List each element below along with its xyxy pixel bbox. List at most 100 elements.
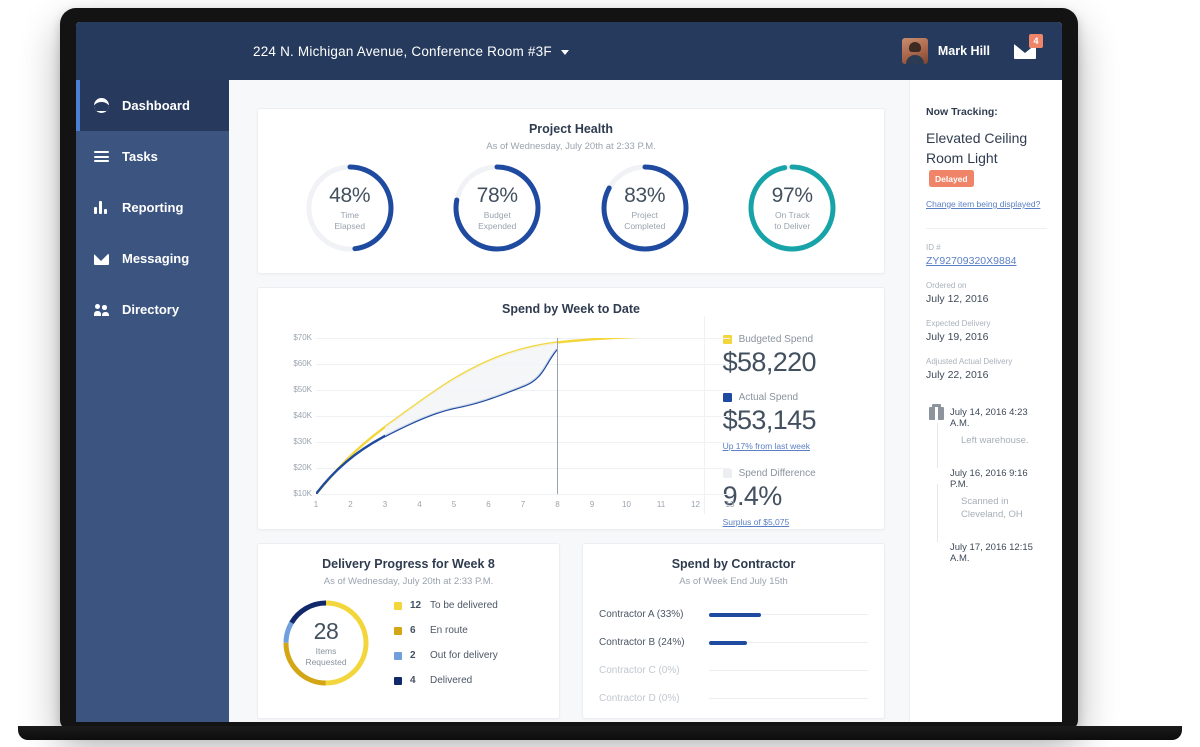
segment-count: 4 [410, 675, 416, 686]
delivery-center-number: 28 [313, 617, 339, 644]
delivery-title: Delivery Progress for Week 8 [322, 557, 495, 571]
delivery-progress-card: Delivery Progress for Week 8 As of Wedne… [257, 543, 560, 719]
project-health-card: Project Health As of Wednesday, July 20t… [257, 108, 885, 274]
meta-value: July 12, 2016 [926, 292, 989, 305]
chevron-down-icon[interactable] [560, 49, 569, 55]
status-badge: Delayed [929, 170, 974, 188]
x-tick: 6 [486, 500, 491, 509]
contractor-track [709, 670, 868, 671]
meta-expected-delivery: Expected Delivery July 19, 2016 [926, 319, 1047, 343]
timeline-rail [937, 422, 938, 468]
contractor-name: Contractor B (24%) [599, 637, 685, 648]
meta-label: Adjusted Actual Delivery [926, 356, 1013, 366]
contractor-name: Contractor D (0%) [599, 693, 680, 704]
sidebar-item-tasks[interactable]: Tasks [76, 131, 229, 182]
timeline-description: Scanned in Cleveland, OH [961, 495, 1023, 521]
location-selector[interactable]: 224 N. Michigan Avenue, Conference Room … [253, 22, 569, 80]
project-health-title: Project Health [528, 122, 614, 136]
legend-item: 2 Out for delivery [394, 650, 498, 661]
user-menu[interactable]: Mark Hill [901, 22, 990, 80]
tasks-icon [94, 149, 109, 164]
x-tick: 7 [520, 500, 526, 509]
meta-value-id-link[interactable]: ZY92709320X9884 [926, 255, 1047, 267]
contractor-track [709, 640, 868, 645]
metric-label: Time Elapsed [334, 209, 366, 231]
avatar [901, 38, 928, 64]
contractor-name: Contractor C (0%) [599, 665, 680, 676]
current-week-marker [557, 338, 558, 494]
timeline-date: July 17, 2016 12:15 A.M. [950, 542, 1033, 565]
delivery-center-label: Items Requested [305, 645, 347, 667]
legend-actual-spend: Actual Spend $53,145 Up 17% from last we… [722, 392, 884, 454]
meta-adjusted-delivery: Adjusted Actual Delivery July 22, 2016 [926, 357, 1047, 381]
legend-value: $58,220 [722, 347, 817, 377]
messages-button[interactable]: 4 [1014, 22, 1043, 80]
meta-label: Expected Delivery [926, 318, 991, 328]
contractor-row: Contractor D (0%) [599, 693, 868, 704]
x-tick: 10 [622, 500, 631, 509]
metric-percent: 48% [329, 183, 371, 207]
meta-value: July 22, 2016 [926, 368, 989, 381]
directory-icon [94, 302, 109, 317]
x-axis-labels: 1 2 3 4 5 6 7 8 9 10 11 12 13 [313, 500, 735, 512]
x-tick: 1 [313, 500, 319, 509]
x-tick: 5 [451, 500, 457, 509]
delivery-donut-chart: 28 Items Requested [280, 597, 372, 689]
en-route-swatch-icon [394, 626, 402, 635]
x-tick: 4 [417, 500, 422, 509]
segment-count: 2 [410, 650, 416, 661]
dashboard-icon [94, 98, 109, 113]
legend-label: Spend Difference [738, 468, 816, 479]
surplus-link[interactable]: Surplus of $5,075 [723, 517, 790, 527]
spend-chart-plot: $70K $60K $50K $40K $30K $20K $10K 1 2 3… [258, 316, 734, 514]
reporting-icon [94, 200, 109, 215]
contractor-name: Contractor A (33%) [599, 609, 684, 620]
sidebar-item-label: Directory [122, 302, 180, 317]
metric-time-elapsed: 48% Time Elapsed [303, 161, 397, 255]
legend-item: 6 En route [394, 625, 498, 636]
metric-label: Project Completed [624, 209, 666, 231]
tracking-panel: Now Tracking: Elevated Ceiling Room Ligh… [909, 80, 1062, 722]
tracked-item-name: Elevated Ceiling Room Light [926, 130, 1028, 167]
tracking-timeline: July 14, 2016 4:23 A.M. Left warehouse. … [926, 403, 1047, 565]
metric-on-track-to-deliver: 97% On Track to Deliver [745, 161, 839, 255]
timeline-date: July 14, 2016 4:23 A.M. [950, 406, 1028, 429]
legend-budgeted-spend: Budgeted Spend $58,220 [722, 334, 884, 378]
x-tick: 13 [725, 500, 735, 509]
legend-value: 9.4% [722, 481, 783, 511]
actual-spend-link[interactable]: Up 17% from last week [723, 441, 810, 451]
contractor-rows: Contractor A (33%) Contractor B (24%) Co… [583, 609, 884, 704]
tracked-item: Elevated Ceiling Room Light Delayed [926, 128, 1047, 189]
sidebar-item-messaging[interactable]: Messaging [76, 233, 229, 284]
sidebar-item-dashboard[interactable]: Dashboard [76, 80, 229, 131]
sidebar-item-directory[interactable]: Directory [76, 284, 229, 335]
legend-spend-difference: Spend Difference 9.4% Surplus of $5,075 [722, 468, 884, 530]
contractor-title: Spend by Contractor [671, 557, 796, 571]
metric-percent: 78% [476, 183, 518, 207]
main-content: Project Health As of Wednesday, July 20t… [229, 80, 909, 722]
spend-by-week-card: Spend by Week to Date $70K $60K $50K $40… [257, 287, 885, 530]
legend-value: $53,145 [722, 405, 817, 435]
top-bar: 224 N. Michigan Avenue, Conference Room … [76, 22, 1062, 80]
out-for-delivery-swatch-icon [394, 651, 402, 660]
device-base [18, 726, 1182, 740]
x-tick: 11 [656, 500, 666, 509]
spend-line-chart [316, 338, 639, 494]
screenshot-root: 224 N. Michigan Avenue, Conference Room … [0, 0, 1200, 747]
legend-label: Budgeted Spend [738, 334, 814, 345]
contractor-subtitle: As of Week End July 15th [679, 576, 788, 587]
metric-label: Budget Expended [478, 209, 517, 231]
change-item-link[interactable]: Change item being displayed? [926, 199, 1040, 209]
location-title: 224 N. Michigan Avenue, Conference Room … [253, 43, 552, 59]
segment-count: 12 [410, 600, 422, 611]
delivered-swatch-icon [394, 676, 402, 685]
timeline-entry: July 14, 2016 4:23 A.M. Left warehouse. [926, 403, 1047, 468]
legend-item: 12 To be delivered [394, 600, 498, 611]
spend-by-contractor-card: Spend by Contractor As of Week End July … [582, 543, 885, 719]
sidebar-item-reporting[interactable]: Reporting [76, 182, 229, 233]
sidebar-item-label: Dashboard [122, 98, 190, 113]
x-tick: 9 [589, 500, 595, 509]
meta-label: ID # [926, 242, 941, 252]
meta-label: Ordered on [926, 280, 967, 290]
contractor-bar [709, 640, 748, 645]
